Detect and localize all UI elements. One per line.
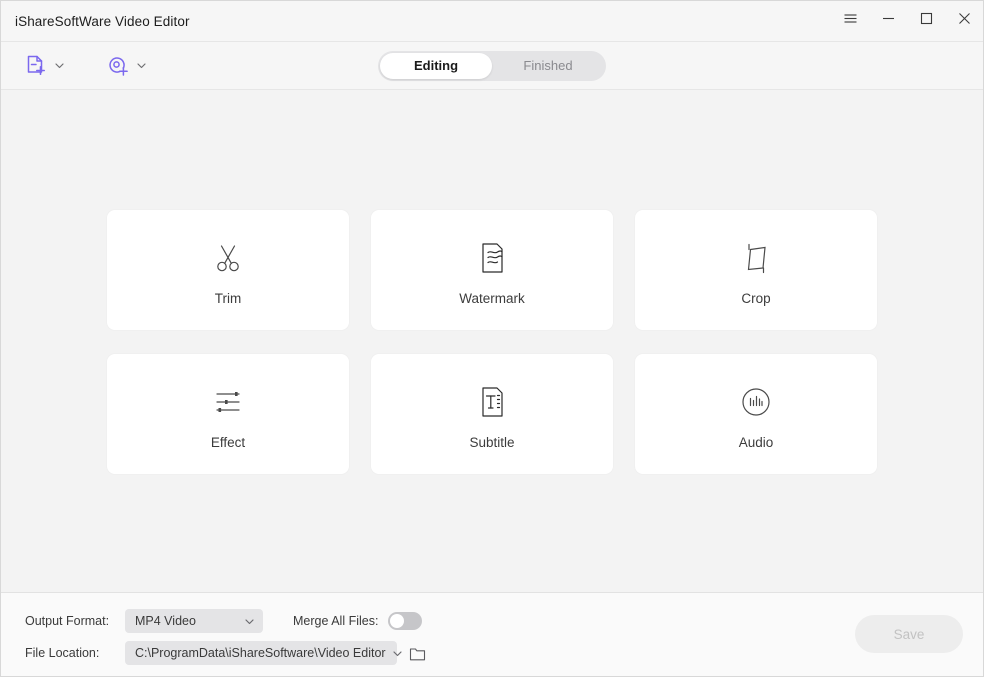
card-crop[interactable]: Crop: [635, 210, 877, 330]
tab-editing[interactable]: Editing: [380, 52, 492, 79]
file-location-select[interactable]: C:\ProgramData\iShareSoftware\Video Edit…: [125, 641, 402, 665]
card-trim[interactable]: Trim: [107, 210, 349, 330]
toolbar: Editing Finished: [1, 42, 983, 90]
window-controls: [831, 1, 983, 42]
audio-waveform-circle-icon: [736, 379, 776, 425]
close-icon: [958, 12, 971, 30]
title-bar: iShareSoftWare Video Editor: [1, 1, 983, 42]
scissors-icon: [208, 235, 248, 281]
merge-all-files-toggle[interactable]: [388, 612, 423, 630]
card-subtitle[interactable]: Subtitle: [371, 354, 613, 474]
card-label: Effect: [210, 434, 246, 450]
bottom-bar: Output Format: MP4 Video Merge All Files…: [1, 592, 983, 676]
output-format-label: Output Format:: [25, 614, 110, 628]
add-disc-chevron-down-icon[interactable]: [136, 60, 147, 71]
crop-parallelogram-icon: [736, 235, 776, 281]
card-label: Trim: [214, 290, 242, 306]
chevron-down-icon: [244, 616, 255, 627]
minimize-icon: [882, 12, 895, 30]
add-disc-button[interactable]: [105, 53, 147, 79]
hamburger-menu-icon: [843, 11, 858, 31]
maximize-button[interactable]: [907, 1, 945, 42]
card-audio[interactable]: Audio: [635, 354, 877, 474]
watermark-document-icon: [472, 235, 512, 281]
menu-button[interactable]: [831, 1, 869, 42]
card-label: Crop: [741, 290, 771, 306]
maximize-icon: [920, 12, 933, 30]
output-format-value: MP4 Video: [135, 614, 196, 628]
card-label: Subtitle: [469, 434, 515, 450]
card-effect[interactable]: Effect: [107, 354, 349, 474]
add-file-icon: [23, 53, 49, 79]
toggle-knob: [390, 614, 405, 628]
file-location-value: C:\ProgramData\iShareSoftware\Video Edit…: [135, 646, 386, 660]
minimize-button[interactable]: [869, 1, 907, 42]
app-window: iShareSoftWare Video Editor Editing Fini…: [0, 0, 984, 677]
mode-switcher: Editing Finished: [378, 50, 606, 81]
add-file-button[interactable]: [23, 53, 65, 79]
main-content: Trim Watermark Crop Effect Subtitle Audi…: [1, 90, 983, 592]
folder-icon[interactable]: [409, 645, 426, 662]
add-file-chevron-down-icon[interactable]: [54, 60, 65, 71]
merge-all-files-label: Merge All Files:: [293, 614, 379, 628]
output-format-select[interactable]: MP4 Video: [125, 609, 263, 633]
file-location-label: File Location:: [25, 646, 100, 660]
tab-finished[interactable]: Finished: [492, 53, 604, 79]
close-button[interactable]: [945, 1, 983, 42]
window-title: iShareSoftWare Video Editor: [15, 13, 190, 29]
output-format-row: Output Format: MP4 Video Merge All Files…: [25, 606, 983, 636]
sliders-icon: [208, 379, 248, 425]
card-watermark[interactable]: Watermark: [371, 210, 613, 330]
subtitle-document-icon: [472, 379, 512, 425]
chevron-down-icon: [392, 648, 403, 659]
save-button[interactable]: Save: [855, 615, 963, 653]
file-location-row: File Location: C:\ProgramData\iShareSoft…: [25, 638, 983, 668]
add-disc-icon: [105, 53, 131, 79]
feature-card-grid: Trim Watermark Crop Effect Subtitle Audi…: [107, 210, 877, 474]
card-label: Audio: [738, 434, 774, 450]
card-label: Watermark: [459, 290, 525, 306]
